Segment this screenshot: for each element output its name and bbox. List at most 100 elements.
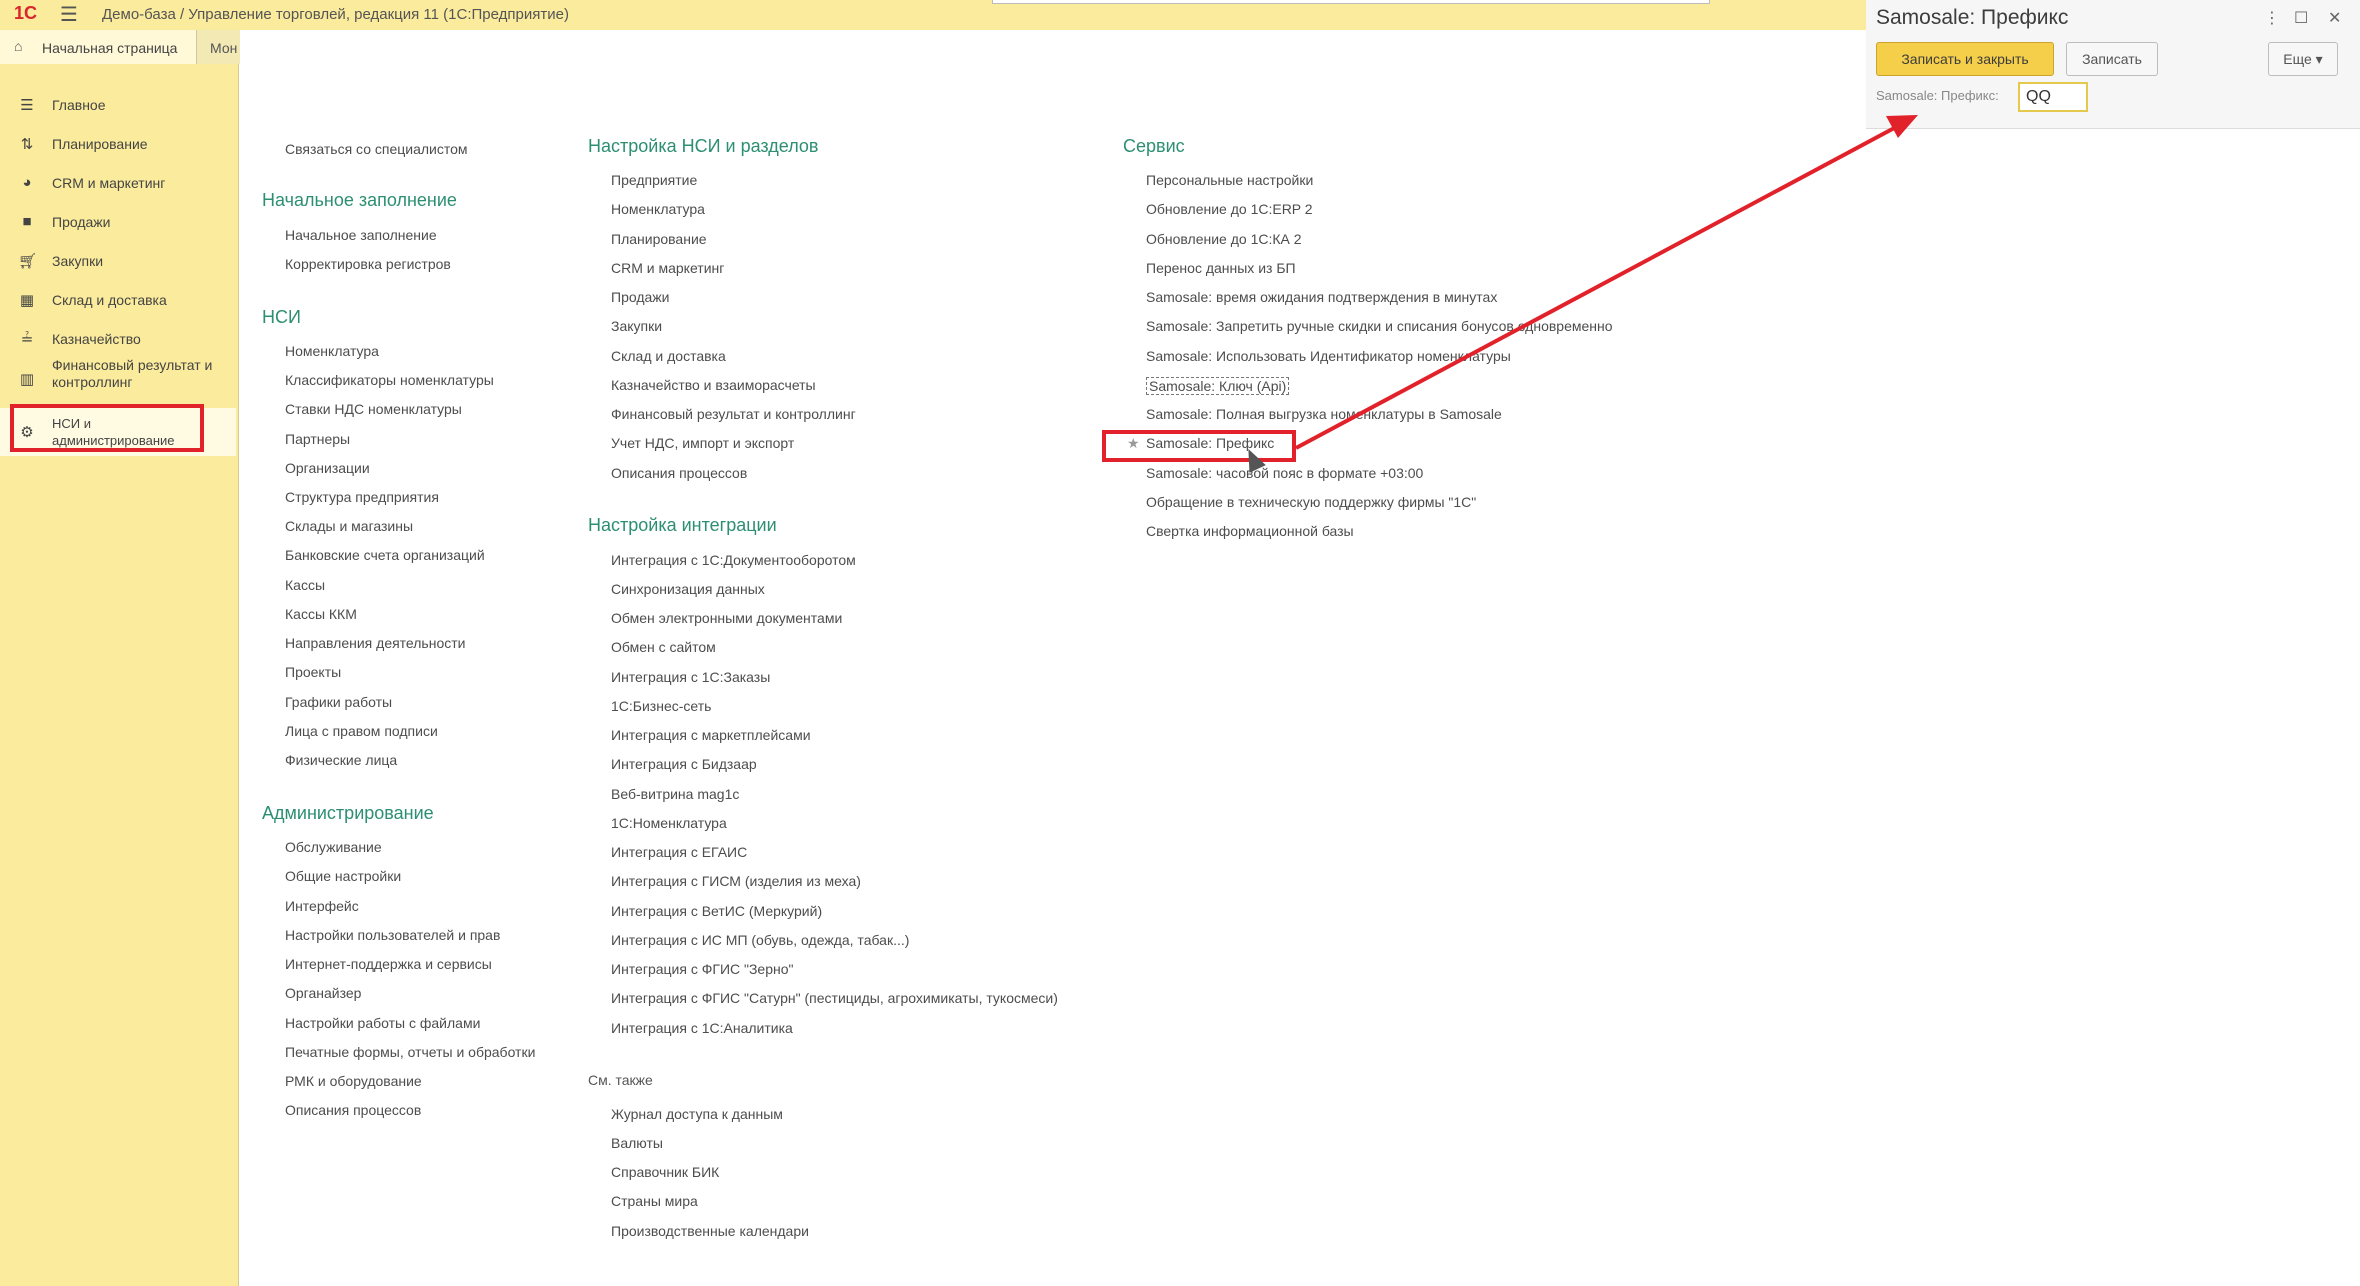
link-item[interactable]: Настройки работы с файлами: [285, 1015, 480, 1031]
prefix-input[interactable]: QQ: [2018, 82, 2088, 112]
link-item[interactable]: Склады и магазины: [285, 518, 413, 534]
save-and-close-button[interactable]: Записать и закрыть: [1876, 42, 2054, 76]
link-item[interactable]: Кассы ККМ: [285, 606, 357, 622]
link-item-api-key[interactable]: Samosale: Ключ (Api): [1146, 377, 1290, 395]
grid-icon: ▦: [19, 292, 35, 309]
right-panel: Samosale: Префикс ⋮ ☐ ✕ Записать и закры…: [1866, 0, 2360, 1286]
link-item[interactable]: Интеграция с ЕГАИС: [611, 844, 747, 860]
close-icon[interactable]: ✕: [2328, 8, 2341, 28]
section-title-see-also: См. также: [588, 1072, 653, 1088]
link-item[interactable]: Обновление до 1С:ERP 2: [1146, 201, 1313, 217]
link-item[interactable]: Синхронизация данных: [611, 581, 765, 597]
link-item[interactable]: Samosale: время ожидания подтверждения в…: [1146, 289, 1497, 305]
link-item[interactable]: Интеграция с 1С:Аналитика: [611, 1020, 793, 1036]
sidebar-item-warehouse[interactable]: ▦ Склад и доставка: [0, 281, 236, 319]
link-item[interactable]: Обслуживание: [285, 839, 382, 855]
link-item[interactable]: Обновление до 1С:КА 2: [1146, 231, 1302, 247]
link-item[interactable]: Интеграция с ФГИС "Зерно": [611, 961, 794, 977]
sidebar-item-treasury[interactable]: ≟ Казначейство: [0, 320, 236, 358]
tab-home-label: Начальная страница: [42, 40, 178, 56]
link-item[interactable]: Кассы: [285, 577, 325, 593]
link-item[interactable]: 1С:Номенклатура: [611, 815, 727, 831]
save-button[interactable]: Записать: [2066, 42, 2158, 76]
link-item[interactable]: Склад и доставка: [611, 348, 726, 364]
link-item[interactable]: Описания процессов: [611, 465, 747, 481]
prefix-field-label: Samosale: Префикс:: [1876, 88, 1999, 103]
link-item[interactable]: Интеграция с 1С:Заказы: [611, 669, 770, 685]
sidebar-item-crm[interactable]: ◕ CRM и маркетинг: [0, 164, 236, 202]
pie-icon: ◕: [22, 174, 32, 191]
link-item[interactable]: Классификаторы номенклатуры: [285, 372, 494, 388]
link-item[interactable]: Органайзер: [285, 985, 361, 1001]
link-item[interactable]: Персональные настройки: [1146, 172, 1313, 188]
more-button[interactable]: Еще ▾: [2268, 42, 2338, 76]
link-item[interactable]: Samosale: часовой пояс в формате +03:00: [1146, 465, 1423, 481]
link-item[interactable]: Интеграция с 1С:Документооборотом: [611, 552, 856, 568]
link-item[interactable]: Печатные формы, отчеты и обработки: [285, 1044, 535, 1060]
link-item[interactable]: Справочник БИК: [611, 1164, 719, 1180]
link-item[interactable]: Настройки пользователей и прав: [285, 927, 500, 943]
link-item[interactable]: Страны мира: [611, 1193, 698, 1209]
dialog-menu-icon[interactable]: ⋮: [2264, 8, 2280, 28]
link-item[interactable]: Обмен с сайтом: [611, 639, 716, 655]
link-item[interactable]: Журнал доступа к данным: [611, 1106, 783, 1122]
search-box[interactable]: [992, 0, 1710, 4]
link-item[interactable]: Веб-витрина mag1c: [611, 786, 739, 802]
link-item[interactable]: Банковские счета организаций: [285, 547, 485, 563]
link-item[interactable]: Структура предприятия: [285, 489, 439, 505]
tab-more[interactable]: Мон: [210, 40, 237, 56]
link-item[interactable]: Планирование: [611, 231, 707, 247]
link-item[interactable]: Номенклатура: [611, 201, 705, 217]
link-item[interactable]: Интернет-поддержка и сервисы: [285, 956, 492, 972]
maximize-icon[interactable]: ☐: [2294, 8, 2308, 28]
link-item[interactable]: Перенос данных из БП: [1146, 260, 1296, 276]
link-item[interactable]: Обмен электронными документами: [611, 610, 842, 626]
link-item[interactable]: Производственные календари: [611, 1223, 809, 1239]
link-item[interactable]: Samosale: Запретить ручные скидки и спис…: [1146, 318, 1613, 334]
link-item[interactable]: Ставки НДС номенклатуры: [285, 401, 462, 417]
sidebar-item-planning[interactable]: ⇅ Планирование: [0, 125, 236, 163]
link-item[interactable]: Свертка информационной базы: [1146, 523, 1354, 539]
link-item[interactable]: Финансовый результат и контроллинг: [611, 406, 856, 422]
link-item[interactable]: Предприятие: [611, 172, 697, 188]
link-item[interactable]: Интеграция с ИС МП (обувь, одежда, табак…: [611, 932, 909, 948]
sidebar: ☰ Главное ⇅ Планирование ◕ CRM и маркети…: [0, 64, 239, 1286]
link-item[interactable]: Интеграция с ВетИС (Меркурий): [611, 903, 822, 919]
link-item[interactable]: Закупки: [611, 318, 662, 334]
sidebar-item-main[interactable]: ☰ Главное: [0, 86, 236, 124]
main-content: Связаться со специалистом Начальное запо…: [240, 30, 1866, 1286]
link-item[interactable]: Обращение в техническую поддержку фирмы …: [1146, 494, 1476, 510]
link-item[interactable]: Интеграция с ГИСМ (изделия из меха): [611, 873, 861, 889]
link-item[interactable]: 1С:Бизнес-сеть: [611, 698, 711, 714]
link-item[interactable]: Интеграция с ФГИС "Сатурн" (пестициды, а…: [611, 990, 1058, 1006]
link-item[interactable]: Валюты: [611, 1135, 663, 1151]
link-item[interactable]: Проекты: [285, 664, 341, 680]
link-item[interactable]: CRM и маркетинг: [611, 260, 724, 276]
tab-home[interactable]: ⌂ Начальная страница: [0, 30, 197, 64]
sidebar-item-finance[interactable]: ▥ Финансовый результат и контроллинг: [0, 354, 236, 406]
link-item[interactable]: Учет НДС, импорт и экспорт: [611, 435, 794, 451]
link-item[interactable]: Samosale: Полная выгрузка номенклатуры в…: [1146, 406, 1502, 422]
link-item[interactable]: Физические лица: [285, 752, 397, 768]
link-item[interactable]: Интеграция с маркетплейсами: [611, 727, 811, 743]
link-item[interactable]: Графики работы: [285, 694, 392, 710]
link-item[interactable]: Описания процессов: [285, 1102, 421, 1118]
link-item[interactable]: Лица с правом подписи: [285, 723, 438, 739]
link-item[interactable]: Общие настройки: [285, 868, 401, 884]
link-contact-specialist[interactable]: Связаться со специалистом: [285, 141, 468, 157]
link-item[interactable]: Казначейство и взаиморасчеты: [611, 377, 816, 393]
sidebar-item-purchases[interactable]: 🛒︎ Закупки: [0, 242, 236, 280]
link-item[interactable]: Интеграция с Бидзаар: [611, 756, 757, 772]
link-item[interactable]: РМК и оборудование: [285, 1073, 422, 1089]
link-item[interactable]: Направления деятельности: [285, 635, 465, 651]
link-item[interactable]: Номенклатура: [285, 343, 379, 359]
link-item[interactable]: Партнеры: [285, 431, 350, 447]
link-item[interactable]: Организации: [285, 460, 370, 476]
link-item[interactable]: Samosale: Использовать Идентификатор ном…: [1146, 348, 1511, 364]
link-item[interactable]: Корректировка регистров: [285, 256, 451, 272]
link-item[interactable]: Интерфейс: [285, 898, 359, 914]
hamburger-menu-icon[interactable]: ☰: [60, 2, 78, 27]
link-item[interactable]: Начальное заполнение: [285, 227, 437, 243]
sidebar-item-sales[interactable]: ■ Продажи: [0, 203, 236, 241]
link-item[interactable]: Продажи: [611, 289, 669, 305]
